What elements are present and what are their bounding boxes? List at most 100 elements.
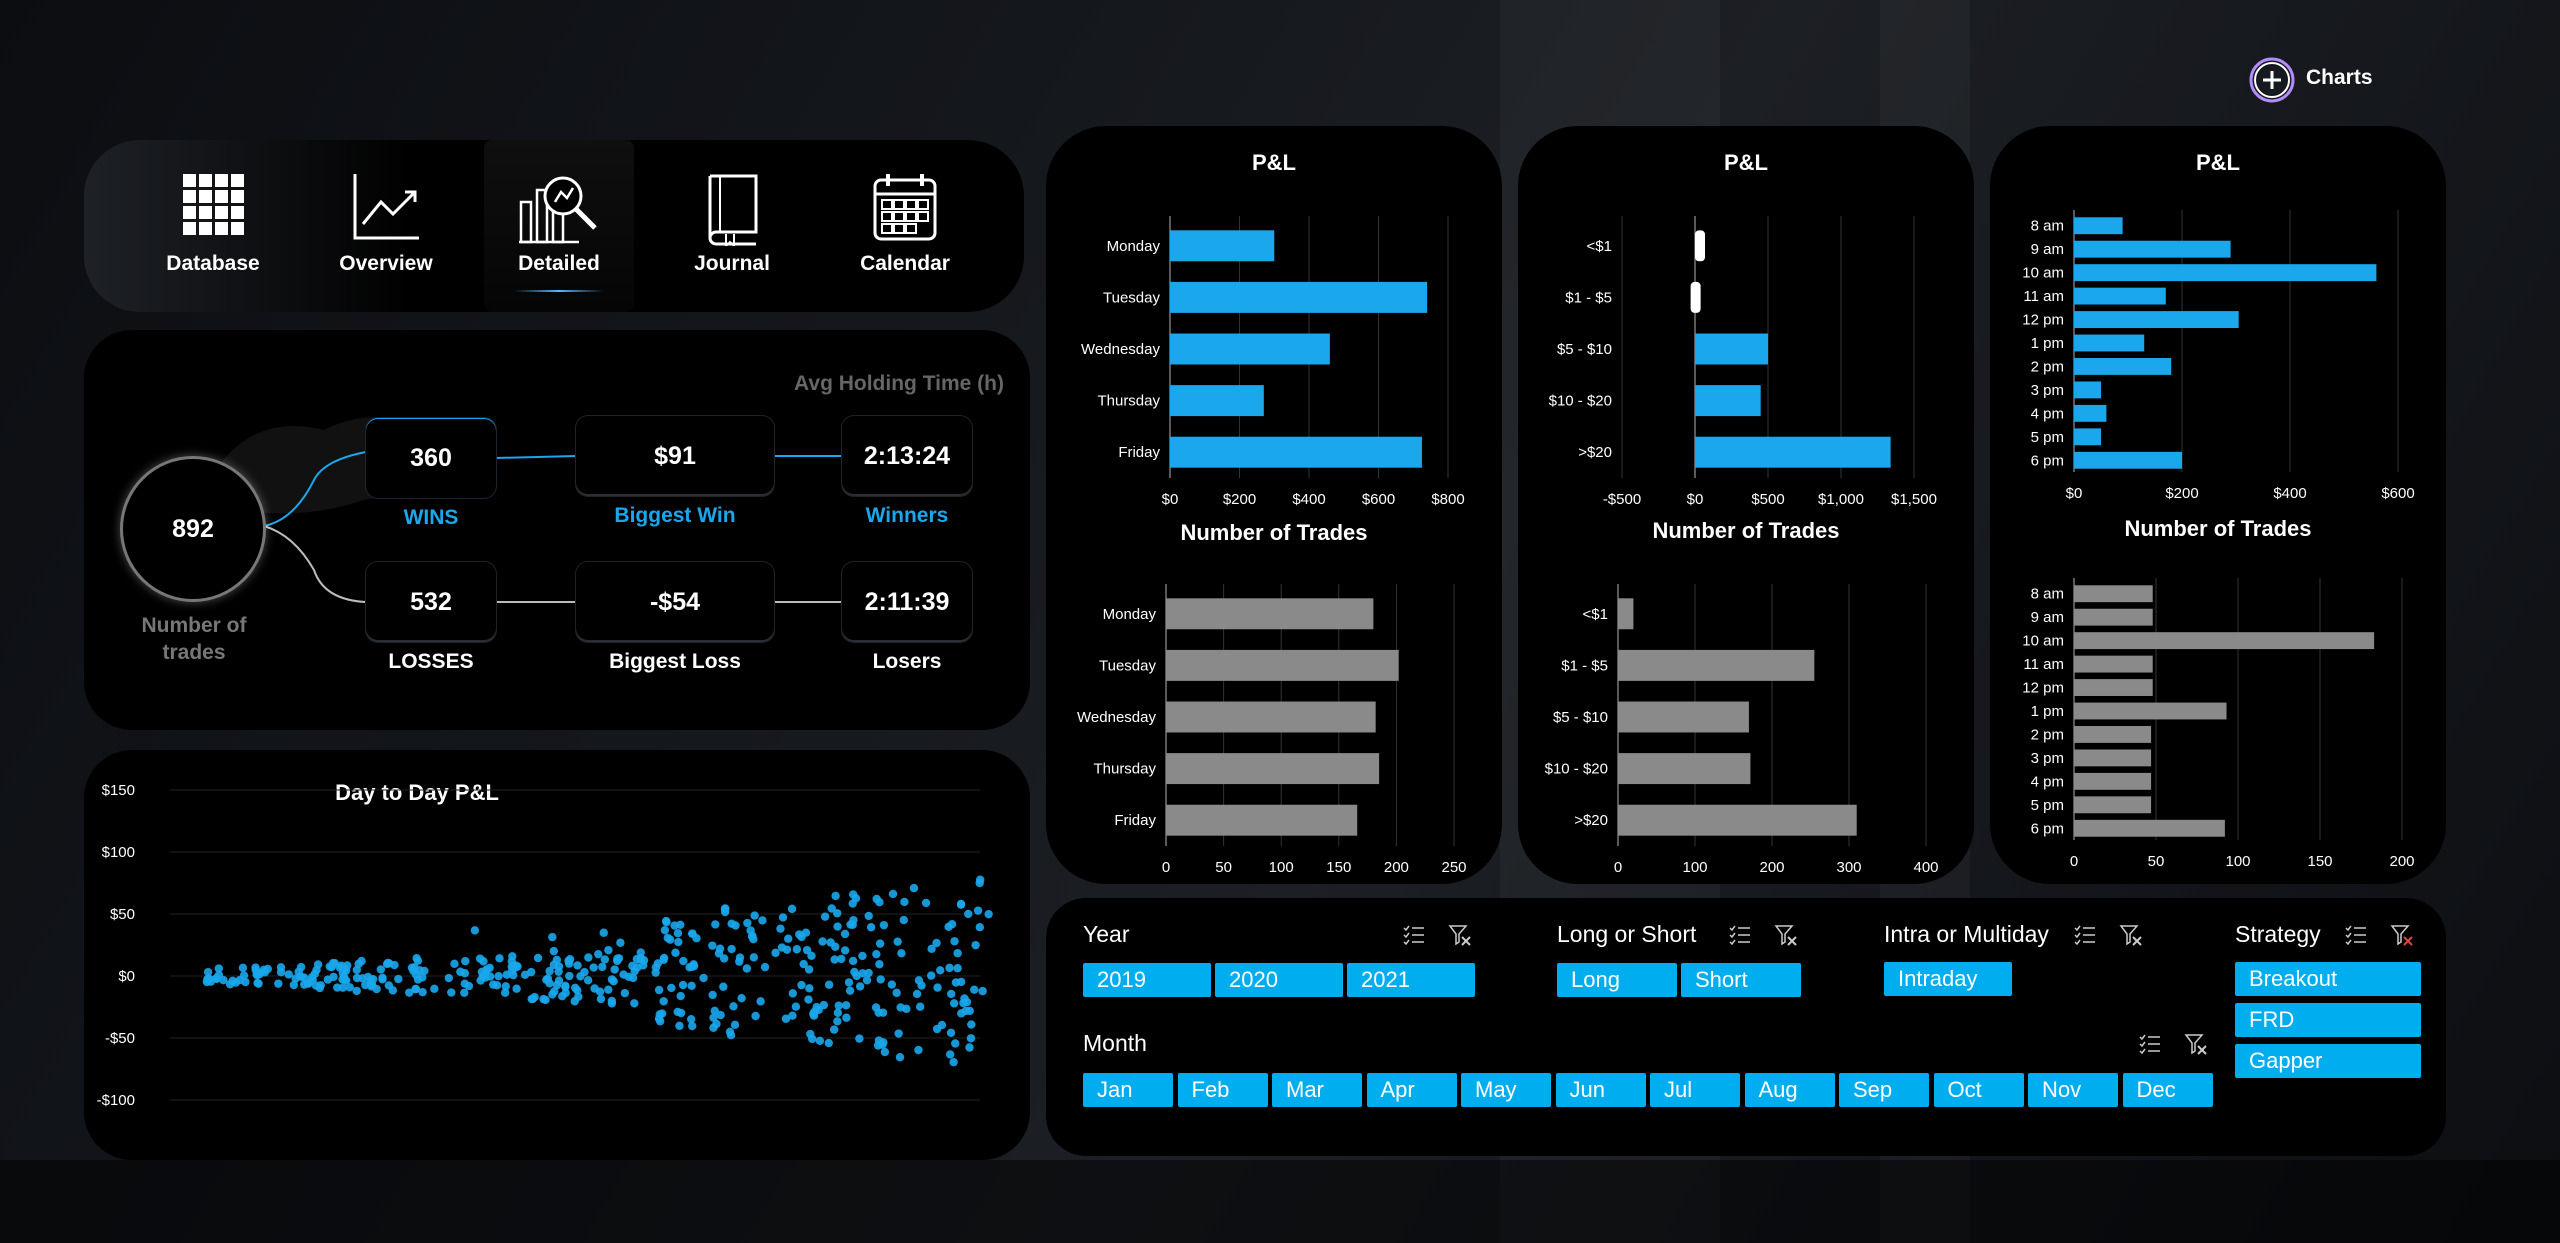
scatter-point — [687, 981, 696, 991]
scatter-point — [840, 929, 850, 939]
bar — [1618, 701, 1749, 733]
filter-chip-month[interactable]: Jan — [1083, 1073, 1173, 1107]
category-label: 11 am — [2023, 288, 2064, 305]
filter-chip-month[interactable]: Aug — [1744, 1073, 1835, 1107]
x-tick-label: -$500 — [1603, 491, 1641, 508]
filter-chip-month[interactable]: Dec — [2122, 1073, 2213, 1107]
multi-select-icon[interactable] — [1402, 924, 1426, 946]
scatter-point — [872, 949, 881, 959]
scatter-point — [848, 956, 858, 966]
nav-label: Detailed — [518, 252, 600, 275]
pnl-by-day-chart: $0 $200 $400 $600 $800 Monday Tuesday Wednesday… — [1081, 216, 1465, 508]
scatter-point — [296, 962, 306, 972]
scatter-point — [573, 961, 582, 970]
scatter-point — [667, 983, 676, 993]
scatter-point — [214, 964, 223, 973]
x-tick-label: $400 — [1292, 491, 1325, 508]
scatter-point — [815, 1036, 825, 1046]
filter-chip-month[interactable]: Apr — [1366, 1073, 1457, 1107]
filter-chip-month[interactable]: Mar — [1272, 1073, 1362, 1107]
multi-select-icon[interactable] — [2344, 924, 2368, 946]
clear-filter-icon[interactable] — [2390, 924, 2414, 946]
filter-chip-year[interactable]: 2021 — [1347, 963, 1475, 997]
filter-chip-long-short[interactable]: Short — [1681, 963, 1801, 997]
filter-chip-intra[interactable]: Intraday — [1884, 962, 2012, 996]
filter-chip-month[interactable]: Jul — [1650, 1073, 1740, 1107]
filter-chip-month[interactable]: Feb — [1177, 1073, 1268, 1107]
scatter-point — [676, 920, 685, 929]
filter-title-year: Year — [1083, 921, 1130, 947]
scatter-point — [616, 938, 625, 947]
nav-overview[interactable]: Overview — [311, 140, 461, 312]
clear-filter-icon[interactable] — [1448, 924, 1472, 946]
scatter-point — [792, 945, 802, 954]
filter-chip-month[interactable]: Nov — [2028, 1073, 2118, 1107]
scatter-point — [276, 967, 286, 977]
x-tick-label: 250 — [1441, 859, 1466, 876]
scatter-point — [583, 976, 593, 985]
scatter-point — [844, 978, 854, 987]
filter-chip-strategy[interactable]: Gapper — [2235, 1044, 2421, 1078]
nav-label: Journal — [694, 252, 770, 275]
clear-filter-icon[interactable] — [2119, 924, 2143, 946]
category-label: Thursday — [1097, 393, 1160, 410]
filter-chip-long-short[interactable]: Long — [1557, 963, 1677, 997]
scatter-point — [657, 1009, 667, 1018]
wins-value: 360 — [410, 443, 452, 472]
scatter-point — [970, 985, 979, 994]
bar — [2074, 217, 2123, 235]
category-label: 8 am — [2031, 586, 2064, 603]
nav-calendar[interactable]: Calendar — [830, 140, 980, 312]
x-tick-label: 200 — [1759, 859, 1784, 876]
stats-panel: Avg Holding Time (h) 892 Number of trade… — [84, 330, 1030, 730]
scatter-point — [896, 1003, 905, 1012]
multi-select-icon[interactable] — [2073, 924, 2097, 946]
scatter-point — [895, 1053, 905, 1062]
scatter-point — [946, 989, 956, 999]
scatter-point — [253, 978, 262, 988]
filter-chip-strategy[interactable]: Breakout — [2235, 962, 2421, 996]
scatter-point — [837, 954, 846, 964]
scatter-point — [879, 920, 889, 930]
scatter-point — [470, 926, 480, 935]
filter-chip-year[interactable]: 2019 — [1083, 963, 1211, 997]
scatter-point — [260, 968, 270, 977]
losers-time: 2:11:39 — [864, 587, 950, 616]
scatter-point — [726, 1031, 736, 1040]
scatter-point — [833, 1017, 842, 1026]
filter-chip-year[interactable]: 2020 — [1215, 963, 1343, 997]
y-tick-label: $50 — [110, 906, 135, 923]
x-tick-label: $0 — [1687, 491, 1704, 508]
multi-select-icon[interactable] — [1728, 924, 1752, 946]
category-label: 4 pm — [2031, 773, 2064, 790]
nav-database[interactable]: Database — [138, 140, 288, 312]
filter-chip-month[interactable]: Oct — [1933, 1073, 2024, 1107]
multi-select-icon[interactable] — [2138, 1033, 2162, 1055]
scatter-point — [953, 949, 962, 958]
x-tick-label: $600 — [2381, 485, 2414, 502]
category-label: 9 am — [2031, 241, 2064, 258]
nav-label: Database — [166, 252, 260, 275]
charts-button[interactable]: Charts — [2248, 56, 2388, 104]
bar — [2074, 796, 2152, 814]
filter-chip-month[interactable]: Jun — [1555, 1073, 1646, 1107]
scatter-point — [864, 911, 873, 921]
nav-journal[interactable]: Journal — [657, 140, 807, 312]
scatter-point — [729, 1002, 738, 1011]
scatter-point — [900, 897, 909, 907]
category-label: $1 - $5 — [1565, 289, 1612, 306]
filter-chip-strategy[interactable]: FRD — [2235, 1003, 2421, 1037]
scatter-point — [316, 981, 325, 990]
scatter-point — [512, 984, 521, 993]
scatter-point — [791, 1002, 801, 1011]
scatter-point — [548, 932, 557, 942]
clear-filter-icon[interactable] — [1774, 924, 1798, 946]
filter-chip-month[interactable]: May — [1461, 1073, 1551, 1107]
clear-filter-icon[interactable] — [2184, 1033, 2208, 1055]
nav-detailed[interactable]: Detailed — [484, 140, 634, 312]
scatter-point — [383, 958, 393, 968]
filter-chip-month[interactable]: Sep — [1839, 1073, 1929, 1107]
losers-time-box: 2:11:39 — [842, 562, 972, 642]
scatter-point — [481, 973, 490, 982]
scatter-point — [410, 963, 419, 972]
